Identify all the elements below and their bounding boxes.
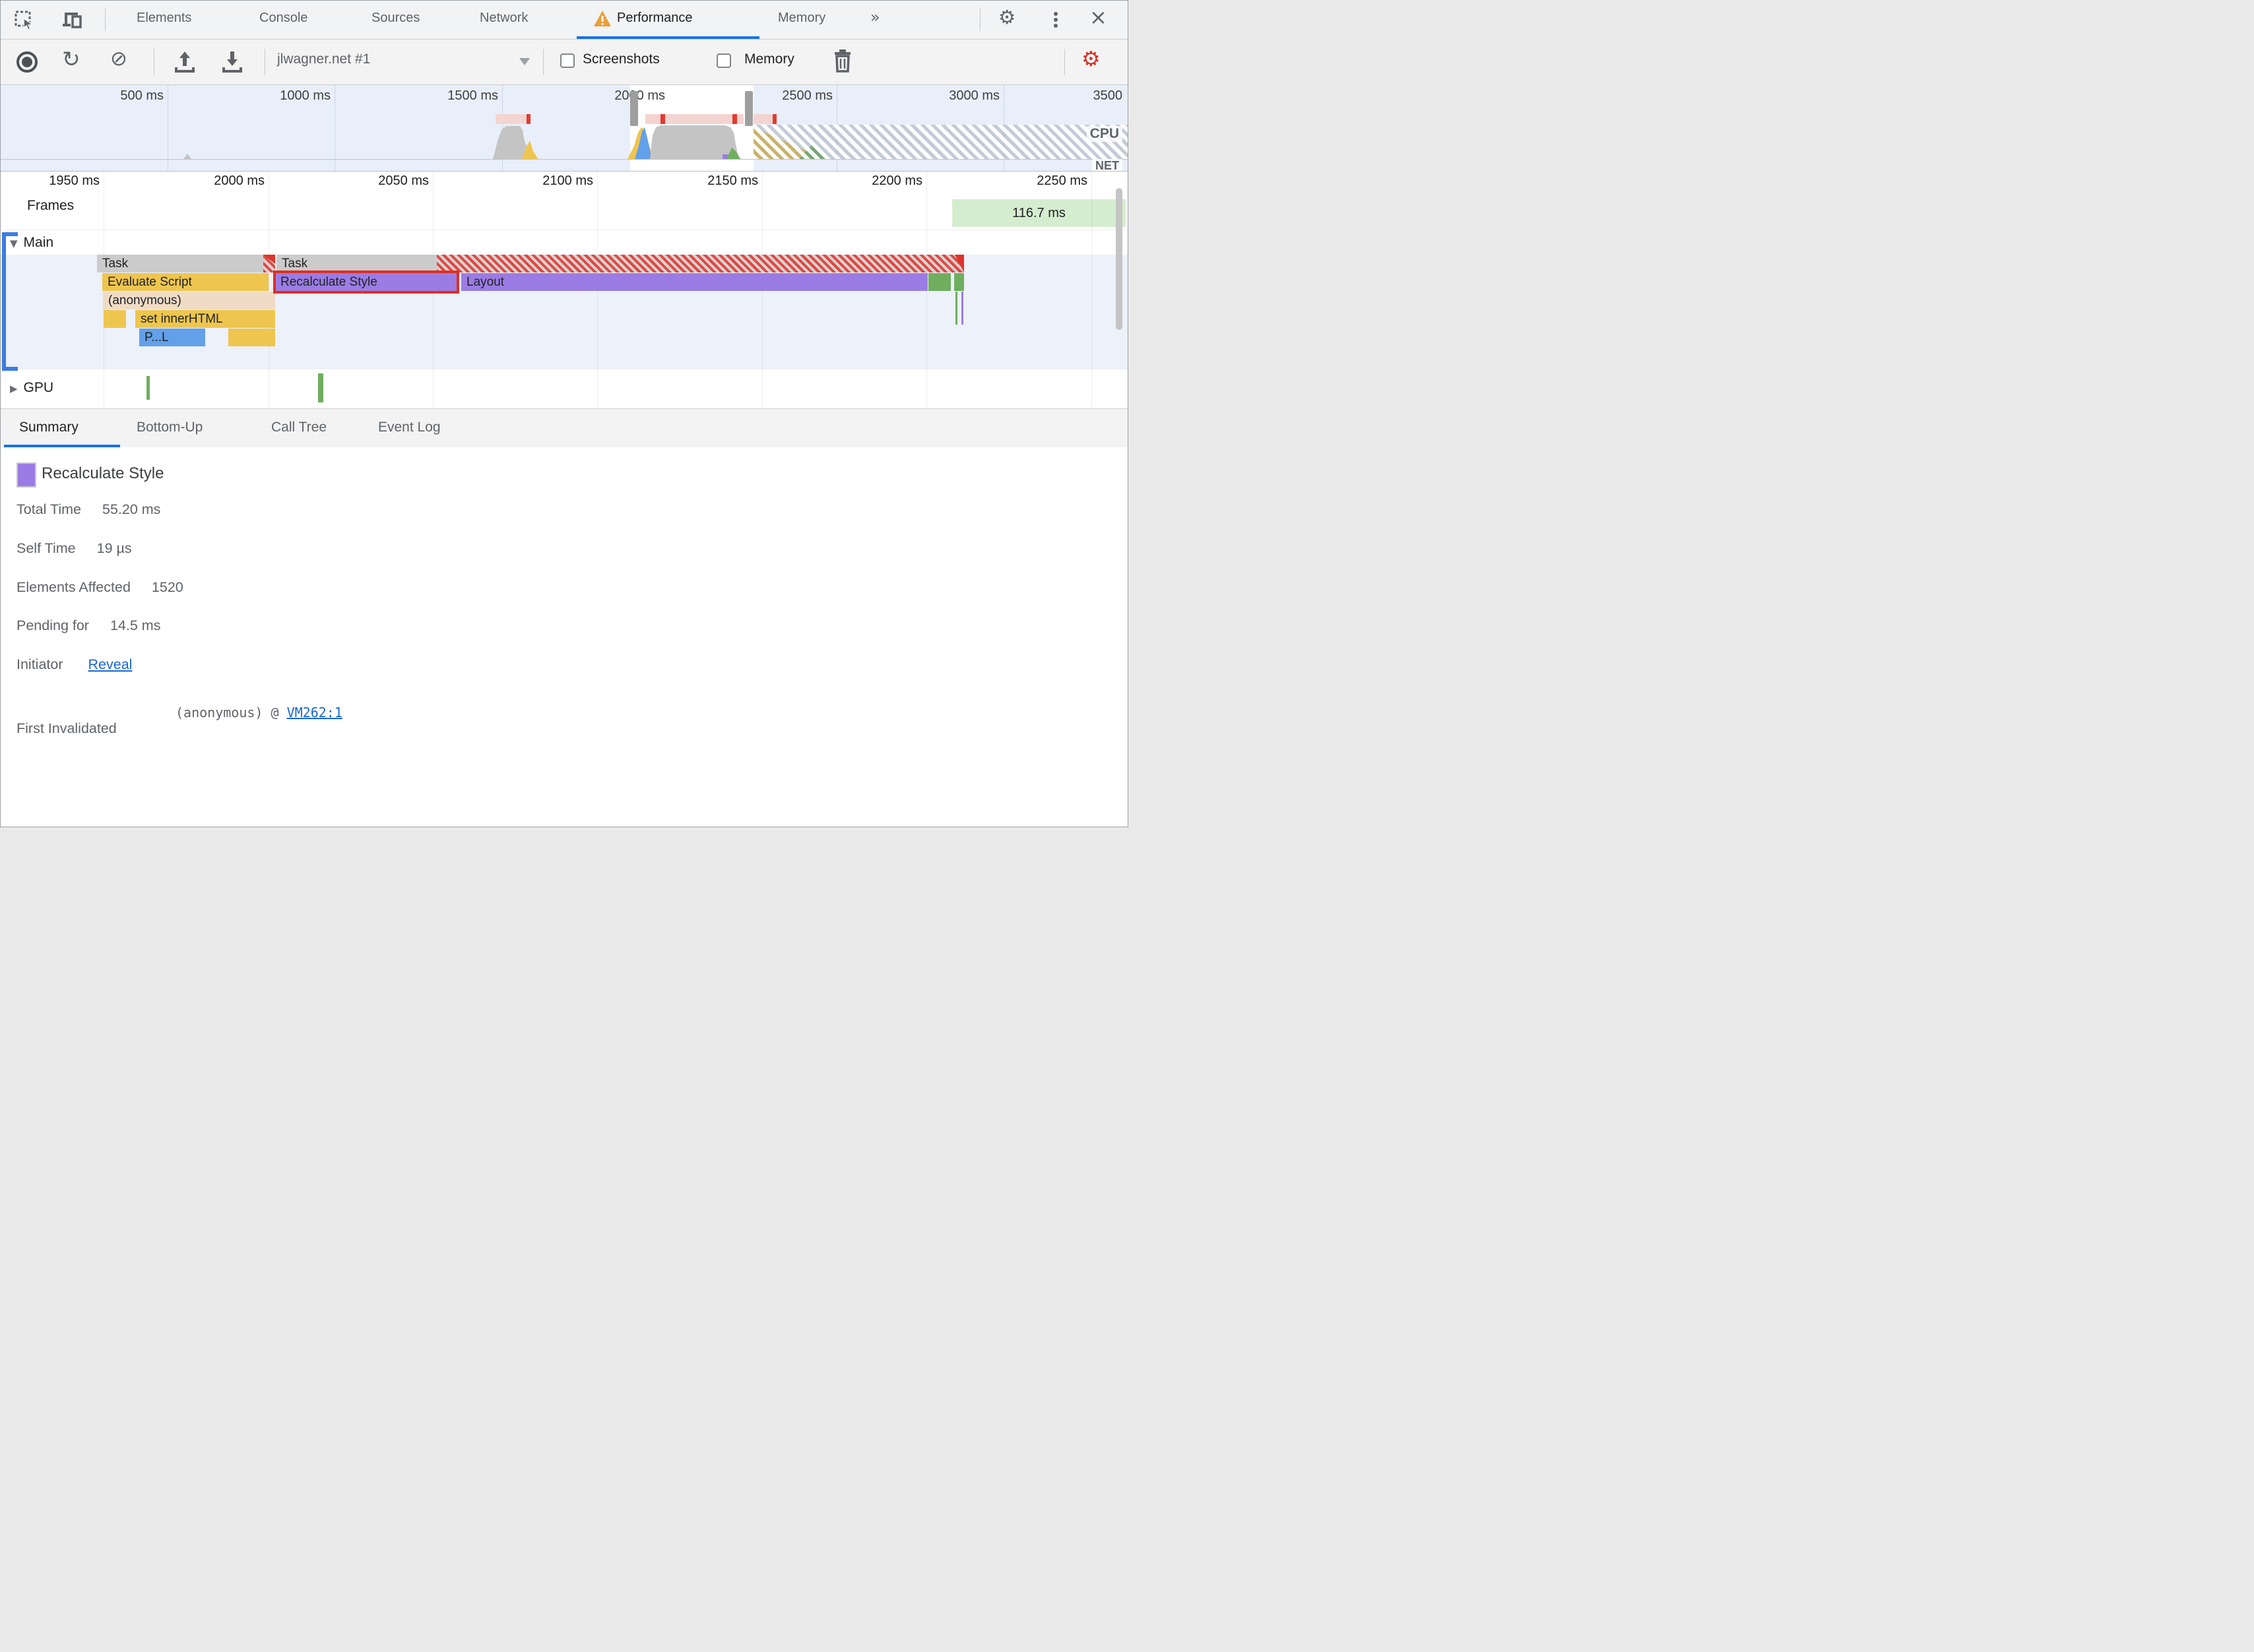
flame-bar-recalculate-style-selected[interactable]: Recalculate Style	[273, 270, 459, 294]
more-tabs-icon[interactable]: »	[870, 8, 880, 26]
capture-settings-gear-icon[interactable]: ⚙	[1081, 46, 1101, 71]
devtools-tab-bar: Elements Console Sources Network Perform…	[1, 1, 1128, 40]
screenshots-checkbox[interactable]	[560, 53, 575, 68]
reload-and-record-icon[interactable]: ↻	[62, 46, 80, 72]
ruler-tick: 2050 ms	[378, 174, 429, 188]
chevron-down-icon[interactable]	[519, 58, 530, 65]
flame-bar-paint[interactable]	[928, 273, 951, 291]
flame-sliver-purple[interactable]	[961, 292, 963, 325]
main-track-selection-bracket	[2, 232, 18, 371]
flame-bar-layout[interactable]: Layout	[461, 273, 928, 291]
more-options-icon[interactable]	[1054, 10, 1058, 30]
memory-checkbox-label[interactable]: Memory	[744, 51, 794, 67]
cpu-band-label: CPU	[1086, 126, 1122, 142]
net-band: NET	[1, 159, 1128, 171]
memory-checkbox[interactable]	[717, 53, 731, 68]
summary-row: Total Time 55.20 ms	[16, 501, 161, 517]
record-button[interactable]	[16, 51, 38, 73]
divider	[105, 9, 106, 31]
flame-bar-script[interactable]	[104, 310, 126, 328]
divider	[980, 9, 981, 31]
tab-summary[interactable]: Summary	[19, 420, 79, 435]
summary-event-title: Recalculate Style	[42, 464, 164, 482]
frames-track-label[interactable]: Frames	[27, 198, 74, 214]
tab-elements[interactable]: Elements	[137, 11, 191, 26]
divider	[1064, 49, 1065, 75]
flame-bar-anonymous[interactable]: (anonymous)	[103, 292, 275, 309]
tab-console[interactable]: Console	[259, 11, 307, 26]
tab-memory[interactable]: Memory	[778, 11, 825, 26]
toggle-device-toolbar-icon[interactable]	[62, 10, 84, 30]
tab-network[interactable]: Network	[480, 11, 528, 26]
vertical-scrollbar[interactable]	[1116, 188, 1122, 330]
performance-warning-icon	[593, 10, 612, 27]
rendering-color-swatch	[16, 462, 36, 488]
ruler-tick: 2000 ms	[214, 174, 265, 188]
first-invalidated-label: First Invalidated	[16, 720, 117, 736]
devtools-window: Elements Console Sources Network Perform…	[0, 0, 1128, 827]
tab-event-log[interactable]: Event Log	[378, 420, 441, 435]
settings-gear-icon[interactable]: ⚙	[998, 6, 1015, 28]
flame-bar-paint[interactable]	[954, 273, 964, 291]
net-band-label: NET	[1092, 159, 1122, 171]
active-tab-indicator	[577, 36, 759, 39]
flame-bar-task[interactable]: Task	[276, 255, 437, 272]
tab-sources[interactable]: Sources	[371, 11, 420, 26]
summary-initiator-row: Initiator Reveal	[16, 656, 133, 672]
tab-call-tree[interactable]: Call Tree	[271, 420, 327, 435]
flame-bar-script[interactable]	[228, 329, 275, 346]
flame-bar-evaluate-script[interactable]: Evaluate Script	[102, 273, 269, 291]
frame-duration-badge[interactable]: 116.7 ms	[952, 199, 1126, 227]
cpu-unrecorded-hatch	[754, 125, 1128, 159]
first-invalidated-stack: (anonymous) @ VM262:1	[176, 705, 342, 720]
inspect-element-icon[interactable]	[15, 11, 34, 30]
flame-bar-task-overrun[interactable]	[437, 255, 964, 272]
flame-sliver-green[interactable]	[955, 292, 957, 325]
trash-icon[interactable]	[833, 49, 852, 73]
source-location-link[interactable]: VM262:1	[287, 705, 342, 720]
selection-left-handle[interactable]	[630, 91, 638, 126]
ruler-tick: 2200 ms	[872, 174, 922, 188]
ruler-tick: 1950 ms	[49, 174, 100, 188]
gpu-track-toggle[interactable]: ▶ GPU	[10, 380, 53, 396]
flame-bar-set-innerhtml[interactable]: set innerHTML	[135, 310, 275, 328]
performance-toolbar: ↻ ⊘ jlwagner.net #1 Screenshots Memory ⚙	[1, 40, 1128, 85]
ruler-tick: 2100 ms	[542, 174, 593, 188]
summary-row: Self Time 19 µs	[16, 540, 132, 556]
clear-recording-icon[interactable]: ⊘	[110, 47, 127, 71]
timeline-detail-panel[interactable]: 116.7 ms 1950 ms 2000 ms 2050 ms 2100 ms…	[1, 172, 1128, 408]
timeline-overview[interactable]: 500 ms 1000 ms 1500 ms 2000 ms 2500 ms 3…	[1, 85, 1128, 172]
main-track-toggle[interactable]: ▼ Main	[10, 235, 53, 251]
ruler-tick: 2250 ms	[1037, 174, 1087, 188]
gpu-activity-mark	[146, 376, 150, 400]
save-profile-icon[interactable]	[221, 50, 243, 74]
gpu-activity-mark	[318, 373, 323, 402]
divider	[543, 49, 544, 75]
analysis-tab-bar: Summary Bottom-Up Call Tree Event Log	[1, 408, 1128, 448]
tab-performance[interactable]: Performance	[617, 11, 693, 26]
summary-row: Pending for 14.5 ms	[16, 618, 161, 633]
flame-bar-task[interactable]: Task	[97, 255, 263, 272]
summary-row: Elements Affected 1520	[16, 579, 183, 595]
summary-panel: Recalculate Style Total Time 55.20 ms Sel…	[1, 447, 1128, 827]
load-profile-icon[interactable]	[174, 50, 196, 74]
history-dropdown[interactable]: jlwagner.net #1	[277, 51, 370, 67]
selection-right-handle[interactable]	[745, 91, 753, 126]
ruler-tick: 2150 ms	[707, 174, 758, 188]
reveal-link[interactable]: Reveal	[88, 656, 133, 672]
screenshots-checkbox-label[interactable]: Screenshots	[583, 51, 660, 67]
tab-bottom-up[interactable]: Bottom-Up	[137, 420, 203, 435]
close-icon[interactable]: ×	[1089, 5, 1107, 30]
flame-bar-parse-html[interactable]: P...L	[139, 329, 205, 346]
